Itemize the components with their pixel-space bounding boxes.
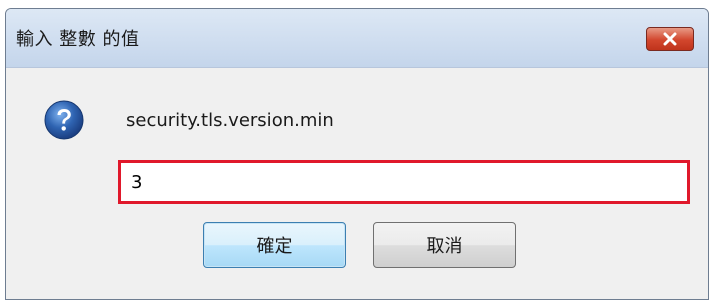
ok-button-label: 確定 [256, 236, 293, 257]
integer-value-input[interactable] [118, 160, 690, 204]
title-bar[interactable]: 輸入 整數 的值 [6, 9, 708, 68]
dialog-title: 輸入 整數 的值 [16, 29, 140, 50]
close-icon [663, 32, 677, 46]
close-button[interactable] [646, 27, 694, 51]
cancel-button-label: 取消 [426, 236, 463, 257]
ok-button[interactable]: 確定 [203, 222, 346, 268]
cancel-button[interactable]: 取消 [373, 222, 516, 268]
question-icon [44, 100, 84, 140]
input-dialog: 輸入 整數 的值 security.tls.version.min 確定 [5, 8, 709, 300]
prompt-message: security.tls.version.min [126, 110, 334, 131]
dialog-body: security.tls.version.min 確定 取消 [6, 68, 708, 299]
